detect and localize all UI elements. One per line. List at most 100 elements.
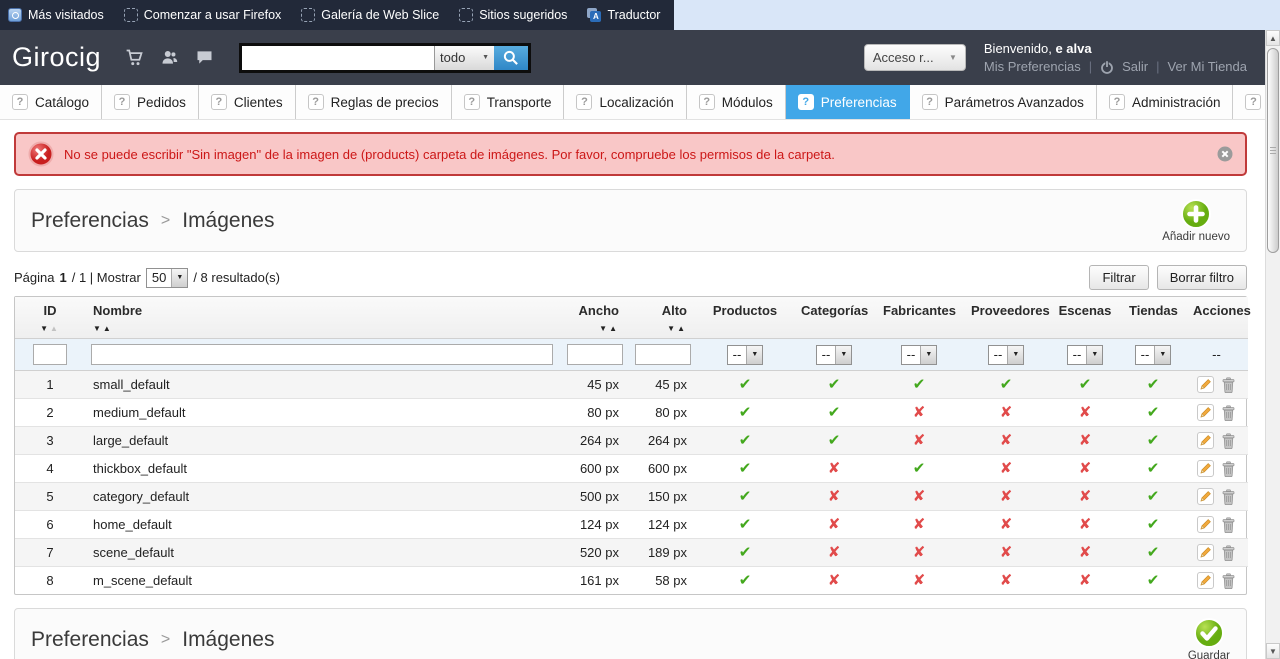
tab-label: Administración <box>1131 94 1221 110</box>
cell-flag: ✔ <box>697 454 793 483</box>
search-scope-select[interactable]: todo ▼ <box>434 45 495 70</box>
bookmark-item[interactable]: Sitios sugeridos <box>459 8 567 22</box>
cart-icon[interactable] <box>123 47 145 69</box>
edit-icon[interactable] <box>1197 488 1214 505</box>
cell-flag: ✘ <box>793 454 875 483</box>
pagination: Página 1 / 1 | Mostrar 50 ▼ / 8 resultad… <box>14 267 280 288</box>
bookmark-item[interactable]: A Traductor <box>587 8 660 22</box>
tab-m-dulos[interactable]: ? Módulos <box>687 85 786 119</box>
vertical-scrollbar[interactable]: ▲ ▼ <box>1265 30 1280 659</box>
customers-icon[interactable] <box>158 47 180 69</box>
add-new-button[interactable]: Añadir nuevo <box>1162 198 1230 243</box>
column-header-ancho[interactable]: Ancho ▼▲ <box>559 297 629 339</box>
question-icon: ? <box>576 94 593 110</box>
tab-reglas-de-precios[interactable]: ? Reglas de precios <box>296 85 452 119</box>
chevron-down-icon: ▼ <box>746 345 763 364</box>
filter-select[interactable]: -- ▼ <box>726 344 764 365</box>
delete-icon[interactable] <box>1221 544 1236 561</box>
sort-asc-icon[interactable]: ▲ <box>677 324 687 333</box>
filter-button[interactable]: Filtrar <box>1089 265 1149 290</box>
shop-logo[interactable]: Girocig <box>12 42 101 73</box>
tab-cat-logo[interactable]: ? Catálogo <box>0 85 103 119</box>
cell-flag: ✘ <box>875 398 963 427</box>
filter-select[interactable]: -- ▼ <box>987 344 1025 365</box>
tab-label: Catálogo <box>35 94 90 110</box>
column-label: ID <box>43 303 57 318</box>
sort-asc-icon[interactable]: ▲ <box>50 324 60 333</box>
delete-icon[interactable] <box>1221 404 1236 421</box>
tab-localizaci-n[interactable]: ? Localización <box>564 85 687 119</box>
cross-icon: ✘ <box>999 544 1013 561</box>
delete-icon[interactable] <box>1221 572 1236 589</box>
filter-select[interactable]: -- ▼ <box>1134 344 1172 365</box>
edit-icon[interactable] <box>1197 432 1214 449</box>
save-button[interactable]: Guardar <box>1188 617 1230 659</box>
quick-access-select[interactable]: Acceso r... ▼ <box>863 44 966 71</box>
filter-select[interactable]: -- ▼ <box>900 344 938 365</box>
scroll-up-icon[interactable]: ▲ <box>1266 30 1280 46</box>
tab-administraci-n[interactable]: ? Administración <box>1097 85 1234 119</box>
cross-icon: ✘ <box>912 404 926 421</box>
delete-icon[interactable] <box>1221 376 1236 393</box>
filter-select[interactable]: -- ▼ <box>815 344 853 365</box>
filter-input-id[interactable] <box>33 344 67 365</box>
sort-desc-icon[interactable]: ▼ <box>93 324 103 333</box>
filter-select[interactable]: -- ▼ <box>1066 344 1104 365</box>
table-row: 1 small_default 45 px 45 px ✔ ✔ ✔ ✔ ✔ ✔ <box>15 370 1248 399</box>
sort-desc-icon[interactable]: ▼ <box>40 324 50 333</box>
edit-icon[interactable] <box>1197 544 1214 561</box>
delete-icon[interactable] <box>1221 516 1236 533</box>
bookmark-item[interactable]: Galería de Web Slice <box>301 8 439 22</box>
messages-icon[interactable] <box>193 47 215 69</box>
cell-flag: ✔ <box>697 398 793 427</box>
sort-asc-icon[interactable]: ▲ <box>103 324 113 333</box>
search-button[interactable] <box>494 45 529 70</box>
edit-icon[interactable] <box>1197 572 1214 589</box>
view-shop-link[interactable]: Ver Mi Tienda <box>1168 59 1248 74</box>
breadcrumb-panel-bottom: Preferencias > Imágenes Guardar <box>14 608 1247 659</box>
filter-input-width[interactable] <box>567 344 623 365</box>
edit-icon[interactable] <box>1197 404 1214 421</box>
column-header-nombre[interactable]: Nombre ▼▲ <box>85 297 559 339</box>
cross-icon: ✘ <box>827 460 841 477</box>
edit-icon[interactable] <box>1197 460 1214 477</box>
edit-icon[interactable] <box>1197 376 1214 393</box>
tab-preferencias[interactable]: ? Preferencias <box>785 85 910 119</box>
cell-flag: ✘ <box>963 510 1049 539</box>
question-icon: ? <box>698 94 715 110</box>
delete-icon[interactable] <box>1221 460 1236 477</box>
scrollbar-thumb[interactable] <box>1267 48 1279 253</box>
close-icon[interactable] <box>1217 146 1233 162</box>
sort-asc-icon[interactable]: ▲ <box>609 324 619 333</box>
bookmark-item[interactable]: Más visitados <box>8 8 104 22</box>
page-size-select[interactable]: 50 ▼ <box>145 267 189 288</box>
bookmark-item[interactable]: Comenzar a usar Firefox <box>123 8 281 22</box>
cell-name: medium_default <box>85 398 559 427</box>
logout-link[interactable]: Salir <box>1122 59 1148 74</box>
tab-pedidos[interactable]: ? Pedidos <box>102 85 199 119</box>
delete-icon[interactable] <box>1221 432 1236 449</box>
column-header-alto[interactable]: Alto ▼▲ <box>629 297 697 339</box>
tab-par-metros-avanzados[interactable]: ? Parámetros Avanzados <box>910 85 1097 119</box>
cell-height: 45 px <box>629 370 697 399</box>
filter-input-name[interactable] <box>91 344 553 365</box>
delete-icon[interactable] <box>1221 488 1236 505</box>
sort-desc-icon[interactable]: ▼ <box>599 324 609 333</box>
column-label: Ancho <box>578 303 619 318</box>
breadcrumb-section[interactable]: Preferencias <box>31 209 149 233</box>
column-header-id[interactable]: ID ▼▲ <box>15 297 85 339</box>
breadcrumb-section[interactable]: Preferencias <box>31 628 149 652</box>
cell-flag: ✔ <box>697 538 793 567</box>
my-preferences-link[interactable]: Mis Preferencias <box>984 59 1081 74</box>
tab-transporte[interactable]: ? Transporte <box>452 85 565 119</box>
bookmark-label: Galería de Web Slice <box>321 8 440 22</box>
clear-filter-button[interactable]: Borrar filtro <box>1156 265 1247 290</box>
cell-name: m_scene_default <box>93 573 193 588</box>
edit-icon[interactable] <box>1197 516 1214 533</box>
search-input[interactable] <box>242 45 435 70</box>
column-label: Acciones <box>1193 303 1251 318</box>
scroll-down-icon[interactable]: ▼ <box>1266 643 1280 659</box>
tab-clientes[interactable]: ? Clientes <box>199 85 296 119</box>
filter-input-height[interactable] <box>635 344 691 365</box>
sort-desc-icon[interactable]: ▼ <box>667 324 677 333</box>
